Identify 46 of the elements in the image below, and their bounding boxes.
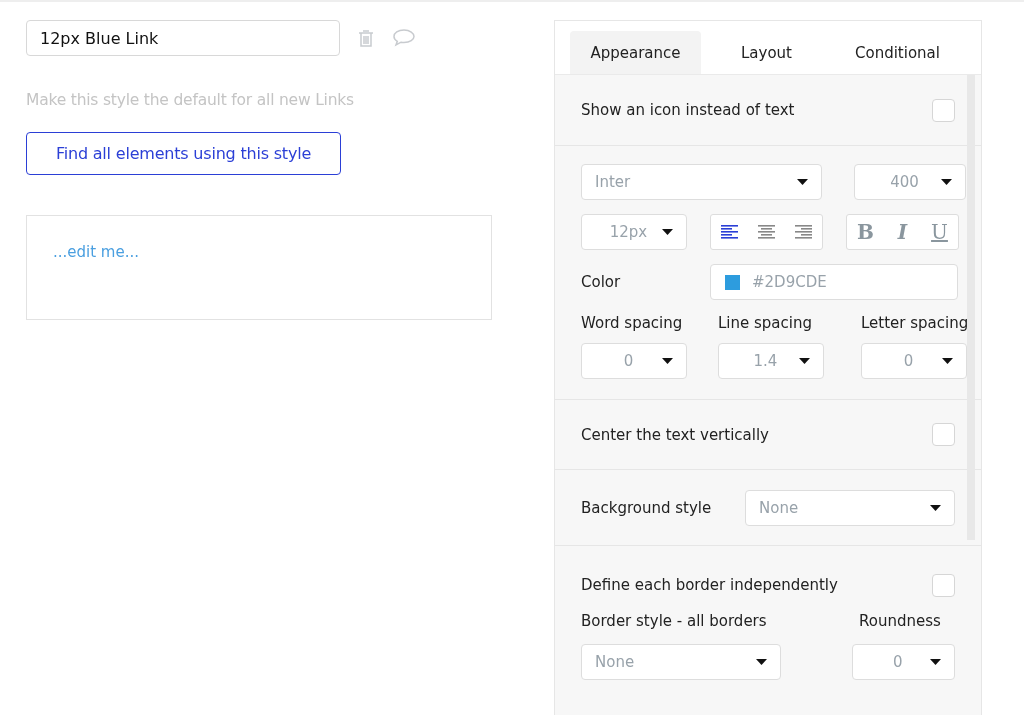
roundness-dropdown[interactable]: 0 (851, 644, 955, 680)
align-right-icon (795, 224, 812, 240)
align-center-icon (758, 224, 775, 240)
caret-icon (942, 358, 953, 364)
spacing-label: Word spacing (581, 314, 684, 332)
caret-icon (930, 504, 941, 511)
preview-link[interactable]: ...edit me... (53, 243, 139, 261)
border-style-dropdown[interactable]: None (581, 644, 781, 680)
option-label: Define each border independently (581, 576, 838, 594)
spacing-label: Line spacing (718, 314, 813, 332)
bold-button[interactable]: B (847, 215, 884, 249)
color-label: Color (581, 273, 622, 291)
default-style-note[interactable]: Make this style the default for all new Links (26, 91, 554, 109)
italic-button[interactable]: I (884, 215, 921, 249)
spacing-label: Letter spacing (861, 314, 969, 332)
align-left-icon (721, 224, 738, 240)
checkbox[interactable] (932, 423, 955, 446)
caret-icon (662, 229, 673, 235)
caret-icon (799, 358, 810, 364)
scrollbar[interactable] (967, 75, 975, 540)
underline-button[interactable]: U (921, 215, 958, 249)
color-field[interactable]: #2D9CDE (710, 264, 958, 300)
caret-icon (941, 179, 952, 185)
option-label: Show an icon instead of text (581, 101, 795, 119)
option-label: Center the text vertically (581, 425, 769, 444)
caret-icon (797, 179, 808, 185)
font-family-dropdown[interactable]: Inter (581, 164, 822, 200)
trash-icon[interactable] (358, 28, 374, 48)
roundness-label: Roundness (859, 612, 941, 630)
checkbox[interactable] (932, 573, 955, 597)
checkbox[interactable] (932, 98, 955, 122)
spacing-dropdown[interactable]: 0 (861, 343, 967, 379)
caret-icon (662, 358, 673, 364)
caret-icon (755, 659, 767, 665)
comment-icon[interactable] (392, 28, 416, 48)
font-weight-dropdown[interactable]: 400 (854, 164, 966, 200)
style-name-field[interactable]: 12px Blue Link (26, 20, 340, 56)
border-style-label: Border style - all borders (581, 612, 768, 630)
background-style-dropdown[interactable]: None (745, 489, 955, 526)
find-elements-button[interactable]: Find all elements using this style (26, 132, 341, 175)
spacing-dropdown[interactable]: 0 (581, 343, 687, 379)
tab[interactable]: Appearance (570, 31, 701, 74)
spacing-dropdown[interactable]: 1.4 (718, 343, 824, 379)
caret-icon (930, 659, 941, 665)
font-size-dropdown[interactable]: 12px (581, 214, 687, 250)
background-style-label: Background style (581, 498, 712, 517)
